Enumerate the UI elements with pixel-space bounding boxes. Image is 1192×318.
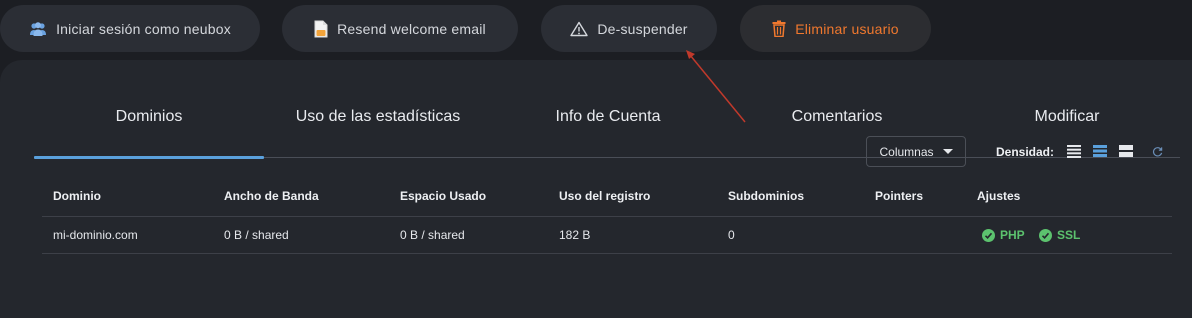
- standard-density-icon[interactable]: [1093, 144, 1107, 158]
- density-label: Densidad:: [996, 145, 1055, 159]
- warning-icon: [570, 21, 589, 37]
- column-header-pointers[interactable]: Pointers: [875, 189, 923, 203]
- trash-icon: [772, 20, 786, 37]
- active-tab-indicator: [34, 156, 264, 159]
- tab-modificar[interactable]: Modificar: [1035, 108, 1100, 126]
- resend-welcome-email-button[interactable]: Resend welcome email: [282, 5, 518, 52]
- php-badge[interactable]: PHP: [982, 228, 1025, 242]
- column-header-espacio-usado[interactable]: Espacio Usado: [400, 189, 486, 203]
- login-as-button[interactable]: Iniciar sesión como neubox: [0, 5, 260, 52]
- header-divider: [42, 216, 1172, 217]
- action-bar: Iniciar sesión como neubox Resend welcom…: [0, 0, 1192, 60]
- column-header-ancho-banda[interactable]: Ancho de Banda: [224, 189, 319, 203]
- resend-label: Resend welcome email: [337, 20, 486, 37]
- column-header-uso-registro[interactable]: Uso del registro: [559, 189, 650, 203]
- ssl-badge[interactable]: SSL: [1039, 228, 1080, 242]
- cell-ancho-banda: 0 B / shared: [224, 228, 289, 242]
- document-icon: [314, 20, 328, 38]
- cell-subdominios: 0: [728, 228, 735, 242]
- delete-user-label: Eliminar usuario: [795, 20, 899, 37]
- columns-button[interactable]: Columnas: [866, 136, 966, 167]
- caret-down-icon: [942, 149, 953, 154]
- tab-comentarios[interactable]: Comentarios: [792, 108, 883, 126]
- tab-info-cuenta[interactable]: Info de Cuenta: [556, 108, 661, 126]
- columns-label: Columnas: [879, 144, 934, 159]
- refresh-icon[interactable]: [1152, 146, 1163, 160]
- users-icon: [29, 21, 47, 37]
- cell-espacio-usado: 0 B / shared: [400, 228, 465, 242]
- column-header-dominio[interactable]: Dominio: [53, 189, 101, 203]
- login-as-label: Iniciar sesión como neubox: [56, 20, 231, 37]
- php-label: PHP: [1000, 228, 1025, 242]
- ssl-label: SSL: [1057, 228, 1081, 242]
- unsuspend-button[interactable]: De-suspender: [541, 5, 717, 52]
- delete-user-button[interactable]: Eliminar usuario: [740, 5, 931, 52]
- comfortable-density-icon[interactable]: [1119, 144, 1133, 158]
- cell-dominio[interactable]: mi-dominio.com: [53, 228, 138, 242]
- cell-uso-registro: 182 B: [559, 228, 591, 242]
- tab-dominios[interactable]: Dominios: [116, 108, 183, 126]
- check-icon: [1039, 228, 1052, 242]
- check-icon: [982, 228, 995, 242]
- tab-uso-estadisticas[interactable]: Uso de las estadísticas: [296, 108, 461, 126]
- column-header-subdominios[interactable]: Subdominios: [728, 189, 804, 203]
- unsuspend-label: De-suspender: [597, 20, 688, 37]
- compact-density-icon[interactable]: [1067, 144, 1081, 158]
- row-divider: [42, 253, 1172, 254]
- column-header-ajustes[interactable]: Ajustes: [977, 189, 1020, 203]
